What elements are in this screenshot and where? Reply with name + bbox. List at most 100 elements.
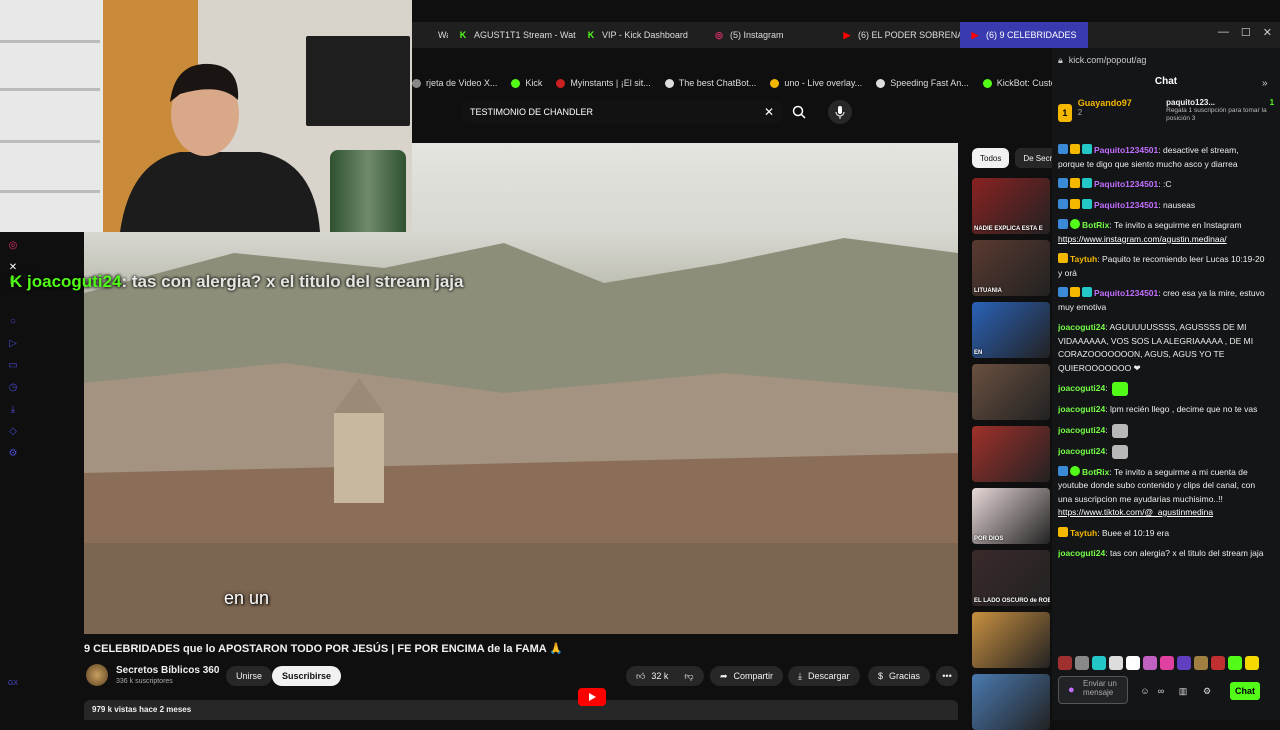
subscribe-button[interactable]: Suscribirse	[272, 666, 342, 686]
chat-text: : Buee el 10:19 era	[1097, 527, 1170, 538]
recommended-video-thumbnail[interactable]: EN	[972, 302, 1050, 358]
emote-picker-icon[interactable]: ☺	[1140, 686, 1150, 696]
chat-username[interactable]: joacoguti24	[1058, 446, 1105, 456]
link-icon[interactable]: ∞	[1156, 686, 1166, 696]
bookmark-item[interactable]: Myinstants | ¡El sit...	[556, 78, 651, 88]
gold-badge-icon	[1058, 253, 1068, 263]
bookmark-item[interactable]: KickBot: Customiz...	[982, 78, 1052, 88]
chat-username[interactable]: joacoguti24	[1058, 322, 1105, 332]
thanks-icon: $	[878, 671, 884, 681]
recommended-video-thumbnail[interactable]: LITUANIA	[972, 240, 1050, 296]
quick-emote-icon[interactable]	[1143, 656, 1157, 670]
recommended-video-thumbnail[interactable]: POR DIOS	[972, 488, 1050, 544]
chip-all[interactable]: Todos	[972, 148, 1010, 168]
browser-tab[interactable]: ◎ (5) Instagram	[704, 22, 832, 48]
chat-message: Paquito1234501: creo esa ya la mire, est…	[1058, 287, 1266, 314]
chat-username[interactable]: Paquito1234501	[1094, 288, 1158, 298]
chat-username[interactable]: Paquito1234501	[1094, 200, 1158, 210]
recommended-video-thumbnail[interactable]	[972, 426, 1050, 482]
join-button[interactable]: Unirse	[226, 666, 273, 686]
more-actions-button[interactable]: •••	[936, 666, 958, 686]
bookmark-item[interactable]: Kick	[511, 78, 542, 88]
chat-link[interactable]: https://www.tiktok.com/@_agustinmedina	[1058, 507, 1213, 517]
collapse-chat-icon[interactable]: »	[1262, 78, 1268, 89]
browser-tab[interactable]: K AGUST1T1 Stream - Wat	[448, 22, 576, 48]
quick-emote-icon[interactable]	[1075, 656, 1089, 670]
maximize-icon[interactable]: ☐	[1241, 26, 1251, 39]
bookmark-favicon-icon	[770, 78, 780, 88]
tab-label: VIP - Kick Dashboard	[602, 30, 688, 40]
pinned-username[interactable]: Guayando97	[1078, 98, 1160, 108]
circle-icon[interactable]: ○	[7, 316, 19, 328]
share-button[interactable]: ➦ Compartir	[710, 666, 784, 686]
folder-icon[interactable]: ▭	[7, 360, 19, 372]
download-icon[interactable]: ⤓	[7, 404, 19, 416]
browser-tab[interactable]: K VIP - Kick Dashboard	[576, 22, 704, 48]
tab-label: Wat	[438, 30, 448, 40]
cyan-badge-icon	[1082, 178, 1092, 188]
quick-emote-icon[interactable]	[1194, 656, 1208, 670]
send-chat-button[interactable]: Chat	[1230, 682, 1260, 700]
chat-username[interactable]: Paquito1234501	[1094, 179, 1158, 189]
channel-name[interactable]: Secretos Bíblicos 360	[116, 665, 219, 676]
quick-emote-icon[interactable]	[1245, 656, 1259, 670]
like-button[interactable]: 👍︎ 32 k	[626, 666, 679, 686]
gift-username[interactable]: paquito123...	[1166, 98, 1215, 107]
quick-emote-icon[interactable]	[1109, 656, 1123, 670]
bookmark-item[interactable]: Speeding Fast An...	[876, 78, 969, 88]
chat-username[interactable]: joacoguti24	[1058, 425, 1105, 435]
instagram-icon[interactable]: ◎	[7, 240, 19, 252]
chat-username[interactable]: BotRix	[1082, 467, 1109, 477]
chat-link[interactable]: https://www.instagram.com/agustin.medina…	[1058, 234, 1227, 244]
recommended-video-thumbnail[interactable]	[972, 364, 1050, 420]
chat-message: Paquito1234501: desactive el stream, por…	[1058, 144, 1266, 171]
settings-icon[interactable]: ⚙	[7, 448, 19, 460]
chat-username[interactable]: joacoguti24	[1058, 404, 1105, 414]
download-button[interactable]: ⤓ Descargar	[788, 666, 860, 686]
channel-avatar[interactable]	[86, 664, 108, 686]
chat-message: joacoguti24:	[1058, 382, 1266, 396]
history-icon[interactable]: ◷	[7, 382, 19, 394]
quick-emote-icon[interactable]	[1211, 656, 1225, 670]
chat-username[interactable]: Taytuh	[1070, 254, 1097, 264]
browser-tab[interactable]: ▶ (6) EL PODER SOBRENAT	[832, 22, 960, 48]
recommended-video-thumbnail[interactable]: EL LADO OSCURO de ROBIN WILLIAMS	[972, 550, 1050, 606]
thanks-button[interactable]: $ Gracias	[868, 666, 931, 686]
chat-username[interactable]: Paquito1234501	[1094, 145, 1158, 155]
clear-icon[interactable]: ✕	[764, 105, 774, 119]
minimize-icon[interactable]: —	[1218, 26, 1229, 39]
bookmark-item[interactable]: rjeta de Video X...	[412, 78, 497, 88]
settings-icon[interactable]: ⚙	[1202, 686, 1212, 696]
recommended-video-thumbnail[interactable]: NADIE EXPLICA ESTA E	[972, 178, 1050, 234]
tag-icon[interactable]: ◇	[7, 426, 19, 438]
chat-username[interactable]: BotRix	[1082, 220, 1109, 230]
chat-message: Taytuh: Buee el 10:19 era	[1058, 526, 1266, 541]
search-input[interactable]: TESTIMONIO DE CHANDLER ✕	[460, 100, 784, 124]
bookmark-item[interactable]: The best ChatBot...	[664, 78, 756, 88]
quick-emote-icon[interactable]	[1092, 656, 1106, 670]
voice-search-button[interactable]	[828, 100, 852, 124]
browser-tab[interactable]: Wat	[412, 22, 448, 48]
quick-emote-icon[interactable]	[1058, 656, 1072, 670]
cyan-badge-icon	[1082, 287, 1092, 297]
quick-emote-icon[interactable]	[1177, 656, 1191, 670]
bookmark-item[interactable]: uno - Live overlay...	[770, 78, 862, 88]
quick-emote-icon[interactable]	[1228, 656, 1242, 670]
url-bar[interactable]: 🔒︎ kick.com/popout/ag	[1052, 50, 1280, 70]
recommended-video-thumbnail[interactable]	[972, 674, 1050, 730]
store-icon[interactable]: ▥	[1178, 686, 1188, 696]
chat-username[interactable]: joacoguti24	[1058, 548, 1105, 558]
gx-icon[interactable]: GX	[7, 678, 19, 690]
play-icon[interactable]: ▷	[7, 338, 19, 350]
close-icon[interactable]: ✕	[1263, 26, 1272, 39]
search-button[interactable]	[786, 100, 812, 124]
quick-emote-icon[interactable]	[1126, 656, 1140, 670]
recommended-video-thumbnail[interactable]	[972, 612, 1050, 668]
chat-username[interactable]: joacoguti24	[1058, 383, 1105, 393]
description-box[interactable]: 979 k vistas hace 2 meses	[84, 700, 958, 720]
chat-username[interactable]: Taytuh	[1070, 528, 1097, 538]
microphone-icon[interactable]: ●	[1068, 684, 1075, 696]
browser-tab[interactable]: ▶ (6) 9 CELEBRIDADES	[960, 22, 1088, 48]
dislike-button[interactable]: 👎︎	[674, 666, 704, 686]
quick-emote-icon[interactable]	[1160, 656, 1174, 670]
